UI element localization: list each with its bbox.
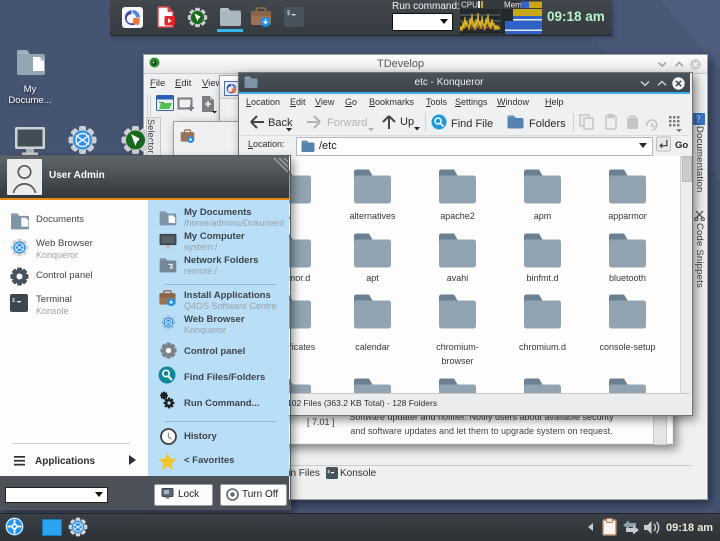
svg-text:Back: Back (268, 117, 293, 129)
svg-text:$: $ (12, 298, 15, 304)
svg-text:?: ? (696, 114, 700, 124)
svg-text:Mem: Mem (504, 1, 522, 10)
svg-text:Up: Up (400, 116, 414, 128)
svg-text:Forward: Forward (327, 117, 367, 129)
svg-text:CPU: CPU (461, 1, 478, 10)
